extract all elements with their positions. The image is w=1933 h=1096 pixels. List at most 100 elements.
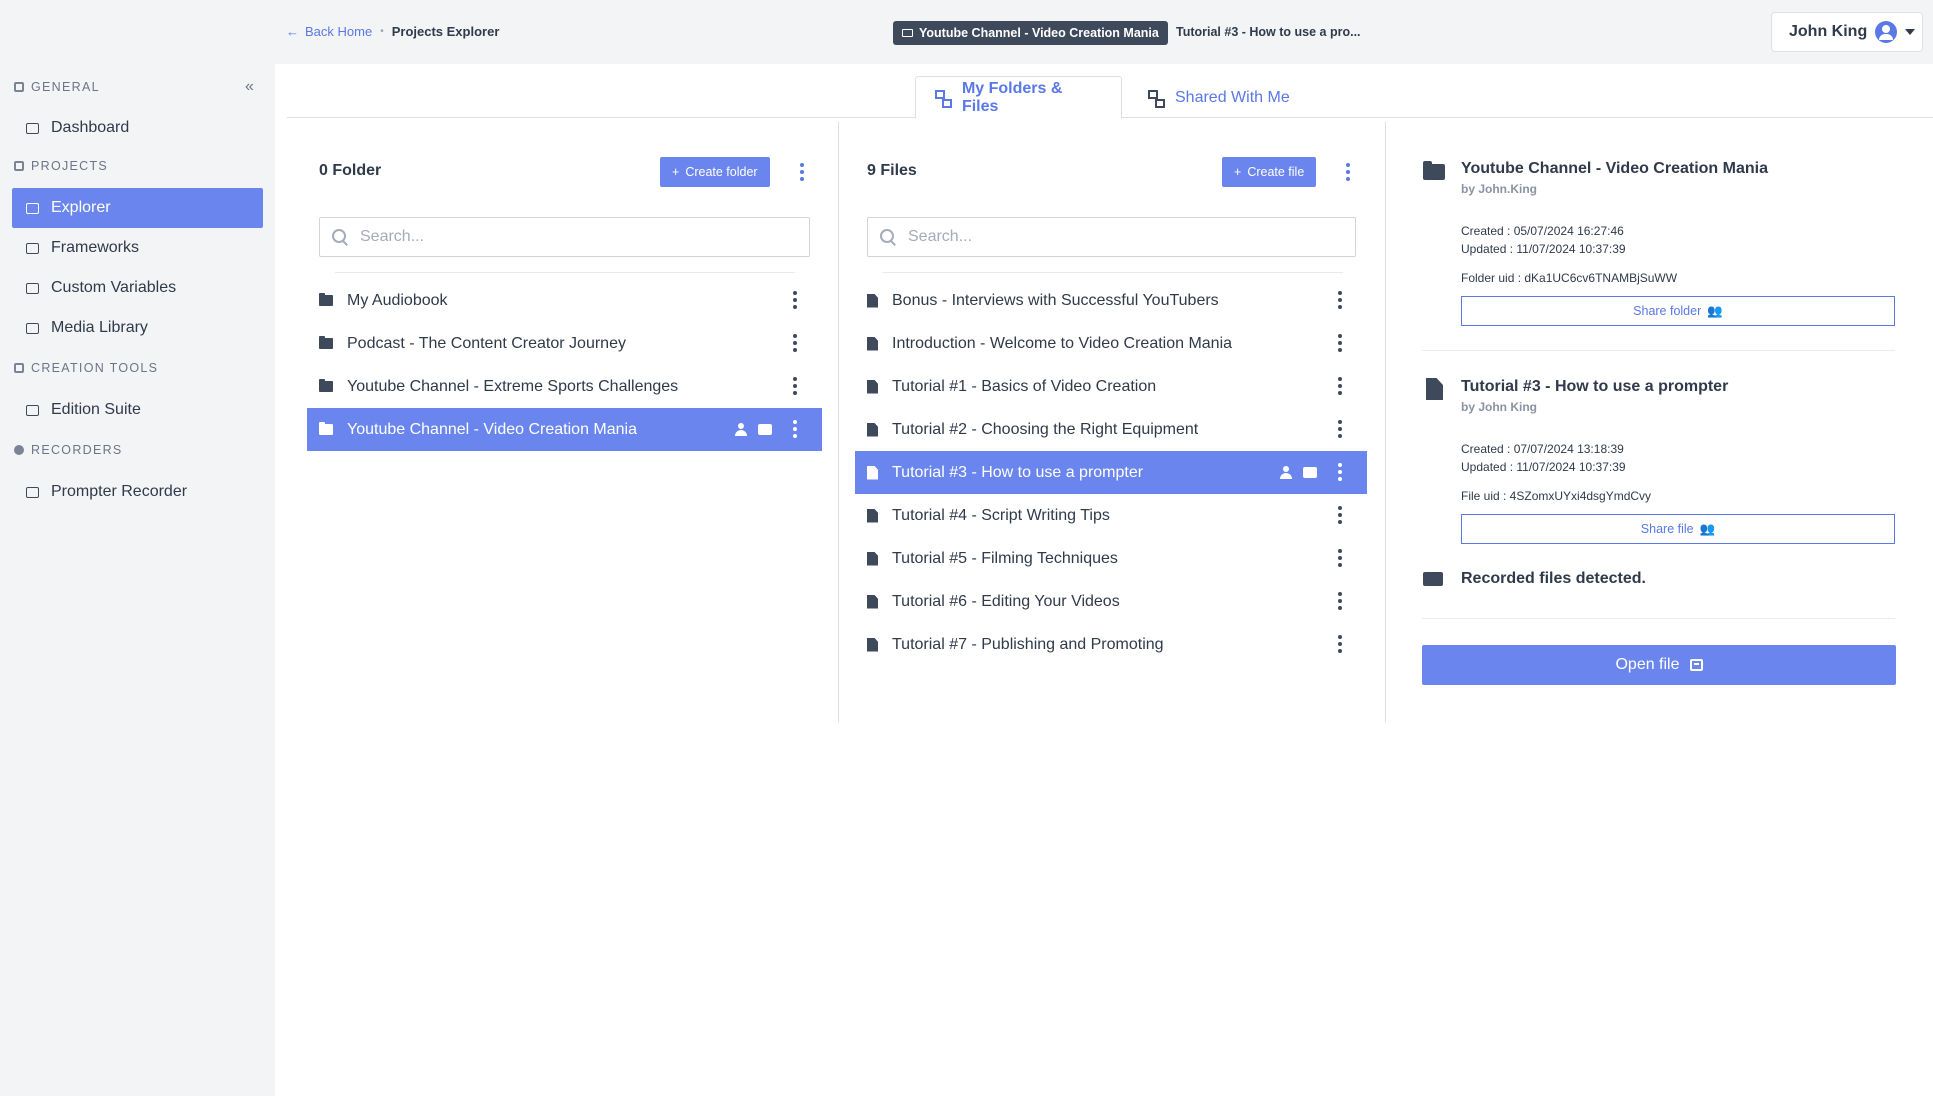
file-row-selected[interactable]: Tutorial #3 - How to use a prompter <box>855 451 1367 494</box>
folder-row-podcast[interactable]: Podcast - The Content Creator Journey <box>307 322 822 365</box>
recording-icon <box>758 424 772 435</box>
file-more-menu-icon[interactable] <box>1333 288 1347 312</box>
sidebar-item-label: Explorer <box>51 199 111 216</box>
file-more-menu-icon[interactable] <box>1333 460 1347 484</box>
file-more-menu-icon[interactable] <box>1333 503 1347 527</box>
file-name: Tutorial #5 - Filming Techniques <box>892 549 1118 567</box>
variables-icon <box>26 282 39 294</box>
sidebar-item-custom-variables[interactable]: Custom Variables <box>12 268 263 308</box>
section-creation-tools-label: CREATION TOOLS <box>31 361 159 375</box>
file-icon <box>867 465 878 480</box>
users-icon: 👥 <box>1699 521 1716 536</box>
tab-shared-with-me[interactable]: Shared With Me <box>1129 76 1308 119</box>
file-row[interactable]: Tutorial #7 - Publishing and Promoting <box>855 623 1367 666</box>
file-more-menu-icon[interactable] <box>1333 632 1347 656</box>
current-folder-chip[interactable]: Youtube Channel - Video Creation Mania <box>893 21 1168 45</box>
arrow-left-icon: ← <box>286 24 299 39</box>
user-avatar-icon <box>1875 21 1898 43</box>
current-file-label[interactable]: Tutorial #3 - How to use a pro... <box>1176 25 1361 39</box>
files-more-menu-icon[interactable] <box>1341 160 1355 184</box>
details-folder-uid: Folder uid : dKa1UC6cv6TNAMBjSuWW <box>1461 271 1678 285</box>
folder-row-my-audiobook[interactable]: My Audiobook <box>307 279 822 322</box>
folder-name: Youtube Channel - Extreme Sports Challen… <box>347 377 679 395</box>
tab-label: Shared With Me <box>1175 88 1290 106</box>
frameworks-icon <box>26 242 39 254</box>
shared-user-icon <box>1280 466 1292 479</box>
dashboard-icon <box>26 122 39 134</box>
file-row[interactable]: Tutorial #4 - Script Writing Tips <box>855 494 1367 537</box>
tab-my-folders-files[interactable]: My Folders & Files <box>915 76 1122 119</box>
share-folder-button[interactable]: Share folder 👥 <box>1461 296 1895 326</box>
files-search-input[interactable] <box>908 228 1288 246</box>
user-name: John King <box>1789 23 1868 40</box>
back-home-label: Back Home <box>305 24 373 39</box>
file-icon <box>867 336 878 351</box>
folder-icon <box>902 29 913 37</box>
file-more-menu-icon[interactable] <box>1333 546 1347 570</box>
file-row[interactable]: Tutorial #6 - Editing Your Videos <box>855 580 1367 623</box>
folder-more-menu-icon[interactable] <box>788 374 802 398</box>
folders-more-menu-icon[interactable] <box>795 160 809 184</box>
file-more-menu-icon[interactable] <box>1333 589 1347 613</box>
sidebar-item-media-library[interactable]: Media Library <box>12 308 263 348</box>
details-folder-updated: Updated : 11/07/2024 10:37:39 <box>1461 242 1626 256</box>
app-logo <box>90 18 97 44</box>
folder-icon <box>319 293 333 306</box>
plus-icon: + <box>672 165 680 179</box>
details-file-updated: Updated : 11/07/2024 10:37:39 <box>1461 460 1626 474</box>
users-icon: 👥 <box>1707 303 1723 318</box>
sidebar-item-prompter-recorder[interactable]: Prompter Recorder <box>12 472 263 512</box>
file-row[interactable]: Introduction - Welcome to Video Creation… <box>855 322 1367 365</box>
file-icon <box>867 637 878 652</box>
edition-icon <box>26 404 39 416</box>
file-more-menu-icon[interactable] <box>1333 417 1347 441</box>
file-icon <box>867 293 878 308</box>
share-file-button[interactable]: Share file 👥 <box>1461 514 1895 544</box>
collapse-sidebar-icon[interactable]: « <box>245 78 254 96</box>
user-menu-button[interactable]: John King <box>1771 12 1923 52</box>
folders-search-input[interactable] <box>360 228 740 246</box>
folder-tree-icon <box>934 89 952 108</box>
sidebar-item-explorer[interactable]: Explorer <box>12 188 263 228</box>
file-row[interactable]: Tutorial #1 - Basics of Video Creation <box>855 365 1367 408</box>
creation-tools-section-icon <box>14 363 24 373</box>
folders-search <box>319 217 810 257</box>
create-file-button[interactable]: + Create file <box>1222 157 1317 187</box>
sidebar-item-label: Prompter Recorder <box>51 483 188 500</box>
back-home-link[interactable]: ← Back Home <box>286 24 372 39</box>
section-creation-tools: CREATION TOOLS <box>14 361 158 375</box>
file-more-menu-icon[interactable] <box>1333 331 1347 355</box>
prompter-icon <box>26 486 39 498</box>
open-file-button[interactable]: Open file <box>1422 645 1896 685</box>
sidebar-item-dashboard[interactable]: Dashboard <box>12 108 263 148</box>
folder-more-menu-icon[interactable] <box>788 331 802 355</box>
sidebar: GENERAL « Dashboard PROJECTS Explorer Fr… <box>0 64 275 1096</box>
shared-user-icon <box>735 423 747 436</box>
file-row[interactable]: Tutorial #5 - Filming Techniques <box>855 537 1367 580</box>
breadcrumb: ← Back Home • Projects Explorer <box>286 24 499 39</box>
details-divider <box>1422 350 1895 351</box>
recorded-files-notice: Recorded files detected. <box>1461 570 1646 587</box>
sidebar-item-edition-suite[interactable]: Edition Suite <box>12 390 263 430</box>
folder-row-video-creation-mania[interactable]: Youtube Channel - Video Creation Mania <box>307 408 822 451</box>
file-more-menu-icon[interactable] <box>1333 374 1347 398</box>
folder-more-menu-icon[interactable] <box>788 288 802 312</box>
folder-more-menu-icon[interactable] <box>788 417 802 441</box>
file-name: Tutorial #1 - Basics of Video Creation <box>892 377 1157 395</box>
sidebar-item-frameworks[interactable]: Frameworks <box>12 228 263 268</box>
file-icon <box>867 508 878 523</box>
create-folder-button[interactable]: + Create folder <box>660 157 770 187</box>
file-row[interactable]: Bonus - Interviews with Successful YouTu… <box>855 279 1367 322</box>
folder-row-extreme-sports[interactable]: Youtube Channel - Extreme Sports Challen… <box>307 365 822 408</box>
media-icon <box>26 322 39 334</box>
details-folder-created: Created : 05/07/2024 16:27:46 <box>1461 224 1624 238</box>
explorer-icon <box>26 202 39 214</box>
section-projects: PROJECTS <box>14 159 108 173</box>
file-name: Bonus - Interviews with Successful YouTu… <box>892 291 1219 309</box>
sidebar-item-label: Media Library <box>51 319 148 336</box>
file-name: Tutorial #3 - How to use a prompter <box>892 463 1144 481</box>
file-row[interactable]: Tutorial #2 - Choosing the Right Equipme… <box>855 408 1367 451</box>
details-folder-owner: by John.King <box>1461 182 1537 196</box>
details-file-title: Tutorial #3 - How to use a prompter <box>1461 378 1729 395</box>
share-folder-label: Share folder <box>1633 304 1702 318</box>
